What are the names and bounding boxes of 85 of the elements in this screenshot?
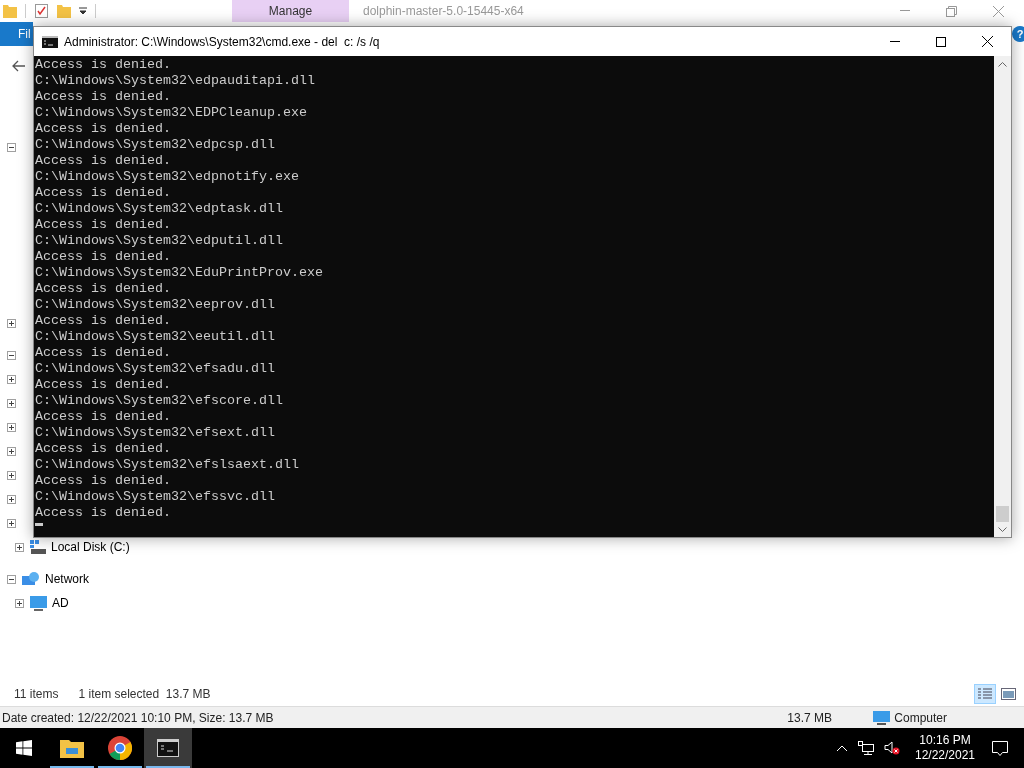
tree-item[interactable]: AD [52,594,69,612]
console-line: C:\Windows\System32\EDPCleanup.exe [35,105,307,121]
console-line: C:\Windows\System32\eeutil.dll [35,329,275,345]
folder-icon [60,738,84,758]
chevron-up-icon[interactable] [836,744,848,752]
console-line: C:\Windows\System32\edputil.dll [35,233,283,249]
console-line: C:\Windows\System32\edpauditapi.dll [35,73,315,89]
expand-icon[interactable] [15,598,24,608]
console-line: Access is denied. [35,473,171,489]
drive-icon [30,540,46,554]
console-line: Access is denied. [35,121,171,137]
collapse-icon[interactable] [7,574,16,584]
location-label: Computer [894,709,947,727]
windows-logo-icon [16,740,32,756]
help-icon[interactable]: ? [1012,26,1024,42]
console-line: Access is denied. [35,185,171,201]
terminal-icon [42,35,58,48]
console-line: C:\Windows\System32\efslsaext.dll [35,457,299,473]
console-line: Access is denied. [35,345,171,361]
console-line: Access is denied. [35,377,171,393]
monitor-icon [873,710,891,725]
console-line: C:\Windows\System32\efsadu.dll [35,361,275,377]
expand-icon[interactable] [15,542,24,552]
file-details: Date created: 12/22/2021 10:10 PM, Size: 13.7 MB [2,709,274,727]
console-line: C:\Windows\System32\EduPrintProv.exe [35,265,323,281]
file-tab[interactable]: Fil [0,22,33,46]
scroll-up-icon[interactable] [998,62,1007,67]
expand-icon[interactable] [7,495,16,504]
console-line: C:\Windows\System32\efssvc.dll [35,489,275,505]
tree-item[interactable]: Local Disk (C:) [51,538,130,556]
restore-icon[interactable] [946,5,957,17]
console-line: Access is denied. [35,505,171,521]
maximize-icon[interactable] [936,36,946,47]
muted-speaker-icon[interactable] [884,741,900,755]
file-size: 13.7 MB [787,709,833,727]
console-line: C:\Windows\System32\edpnotify.exe [35,169,299,185]
console-line: Access is denied. [35,313,171,329]
checklist-icon[interactable] [35,4,48,18]
console-line: Access is denied. [35,217,171,233]
console-line: C:\Windows\System32\edpcsp.dll [35,137,275,153]
expand-icon[interactable] [7,471,16,480]
terminal-icon [157,739,179,757]
expand-icon[interactable] [7,423,16,432]
chrome-icon [108,736,132,760]
list-icon [978,688,992,700]
console-line: C:\Windows\System32\efsext.dll [35,425,275,441]
console-line: Access is denied. [35,89,171,105]
collapse-icon[interactable] [7,351,16,360]
dropdown-icon[interactable] [79,7,87,15]
tree-item[interactable]: Network [45,570,89,588]
window-title: Administrator: C:\Windows\System32\cmd.exe - del c: /s /q [64,33,380,51]
expand-icon[interactable] [7,447,16,456]
clock-time[interactable]: 10:16 PM [919,733,971,748]
clock-date[interactable]: 12/22/2021 [914,748,976,763]
expand-icon[interactable] [7,399,16,408]
taskbar-app[interactable] [144,728,192,768]
console-line: C:\Windows\System32\edptask.dll [35,201,283,217]
manage-tab[interactable]: Manage [232,0,349,22]
console-line: Access is denied. [35,281,171,297]
monitor-icon [30,595,47,611]
scrollbar-thumb[interactable] [996,506,1009,522]
console-line: Access is denied. [35,57,171,73]
expand-icon[interactable] [7,519,16,528]
console-line: Access is denied. [35,249,171,265]
network-icon[interactable] [858,741,874,755]
collapse-icon[interactable] [7,143,16,152]
network-icon [22,571,40,587]
console-line: C:\Windows\System32\efscore.dll [35,393,283,409]
expand-icon[interactable] [7,375,16,384]
console-line: C:\Windows\System32\eeprov.dll [35,297,275,313]
close-icon[interactable] [982,36,993,47]
console-line: Access is denied. [35,409,171,425]
text-cursor [35,523,43,526]
minimize-icon[interactable] [890,40,900,43]
scrollbar[interactable] [994,56,1011,537]
preview-pane-icon [1000,688,1016,700]
notification-icon[interactable] [992,740,1008,756]
window-title: dolphin-master-5.0-15445-x64 [363,3,524,20]
item-count: 11 items [14,686,59,703]
selection-info: 1 item selected 13.7 MB [78,686,211,703]
back-arrow-icon[interactable] [12,60,25,72]
console-line: Access is denied. [35,153,171,169]
expand-icon[interactable] [7,319,16,328]
console-line: Access is denied. [35,441,171,457]
scroll-down-icon[interactable] [998,527,1007,532]
